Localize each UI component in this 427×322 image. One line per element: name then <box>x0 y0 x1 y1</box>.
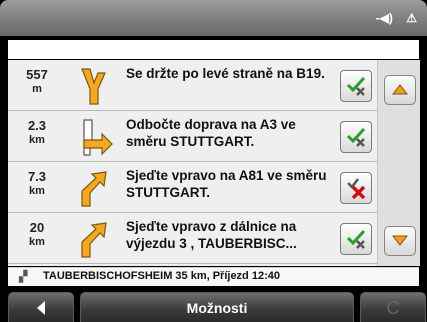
destination-flag-icon: ▞ <box>19 271 28 283</box>
instruction-row[interactable]: 7.3 km Sjeďte vpravo na A81 ve směru STU… <box>8 162 377 213</box>
top-status-bar: -◀) ⚠ <box>0 0 427 36</box>
disabled-action-button[interactable]: C <box>360 292 426 322</box>
scroll-down-button[interactable] <box>384 226 416 256</box>
distance-value: 20 <box>29 220 45 235</box>
distance: 2.3 km <box>12 118 62 147</box>
instruction-text: Se držte po levé straně na B19. <box>126 66 325 81</box>
triangle-up-icon <box>391 84 409 95</box>
exit-right-arrow-icon <box>81 222 107 258</box>
instruction-text: Sjeďte vpravo z dálnice na výjezdu 3 , T… <box>126 219 297 251</box>
distance: 557 m <box>12 67 62 96</box>
scroll-column <box>377 60 420 266</box>
distance-unit: m <box>32 82 42 95</box>
distance-value: 7.3 <box>27 169 47 184</box>
distance-unit: km <box>29 184 45 197</box>
exit-right-arrow-icon <box>81 171 107 207</box>
destination-bar: ▞ TAUBERBISCHOFSHEIM 35 km, Příjezd 12:4… <box>8 267 419 286</box>
sound-icon[interactable]: -◀) <box>376 11 393 25</box>
back-button[interactable] <box>8 292 74 322</box>
instruction-text: Sjeďte vpravo na A81 ve směru STUTTGART. <box>126 168 327 200</box>
triangle-down-icon <box>391 235 409 246</box>
refresh-icon: C <box>386 298 400 318</box>
route-check-button[interactable] <box>340 70 372 102</box>
instruction-row[interactable]: 557 m Se držte po levé straně na B19. <box>8 60 377 111</box>
cross-icon <box>347 178 366 199</box>
instruction-row[interactable]: 20 km Sjeďte vpravo z dálnice na výjezdu… <box>8 213 377 264</box>
distance-unit: km <box>29 235 45 248</box>
distance-unit: km <box>29 133 45 146</box>
check-icon <box>346 76 366 96</box>
instruction-list: 557 m Se držte po levé straně na B19. 2.… <box>8 60 420 266</box>
back-arrow-icon <box>37 301 45 315</box>
distance-value: 557 <box>26 67 48 82</box>
instruction-row[interactable]: 2.3 km Odbočte doprava na A3 ve směru ST… <box>8 111 377 162</box>
navigation-screen: -◀) ⚠ 557 m Se držte po levé straně na B… <box>0 0 427 322</box>
destination-info: TAUBERBISCHOFSHEIM 35 km, Příjezd 12:40 <box>43 270 280 282</box>
check-icon <box>346 229 366 249</box>
status-icons: -◀) ⚠ <box>366 11 417 25</box>
distance-value: 2.3 <box>27 118 47 133</box>
route-block-button[interactable] <box>340 172 372 204</box>
check-icon <box>346 127 366 147</box>
distance: 20 km <box>12 220 62 249</box>
turn-right-arrow-icon <box>83 119 113 156</box>
route-check-button[interactable] <box>340 121 372 153</box>
distance: 7.3 km <box>12 169 62 198</box>
keep-left-arrow-icon <box>81 68 106 105</box>
scroll-up-button[interactable] <box>384 75 416 105</box>
options-button[interactable]: Možnosti <box>80 292 354 322</box>
warning-icon[interactable]: ⚠ <box>406 11 417 25</box>
bottom-button-bar: Možnosti C <box>0 288 427 322</box>
route-check-button[interactable] <box>340 223 372 255</box>
route-header-band <box>8 40 419 59</box>
instruction-text: Odbočte doprava na A3 ve směru STUTTGART… <box>126 117 296 149</box>
